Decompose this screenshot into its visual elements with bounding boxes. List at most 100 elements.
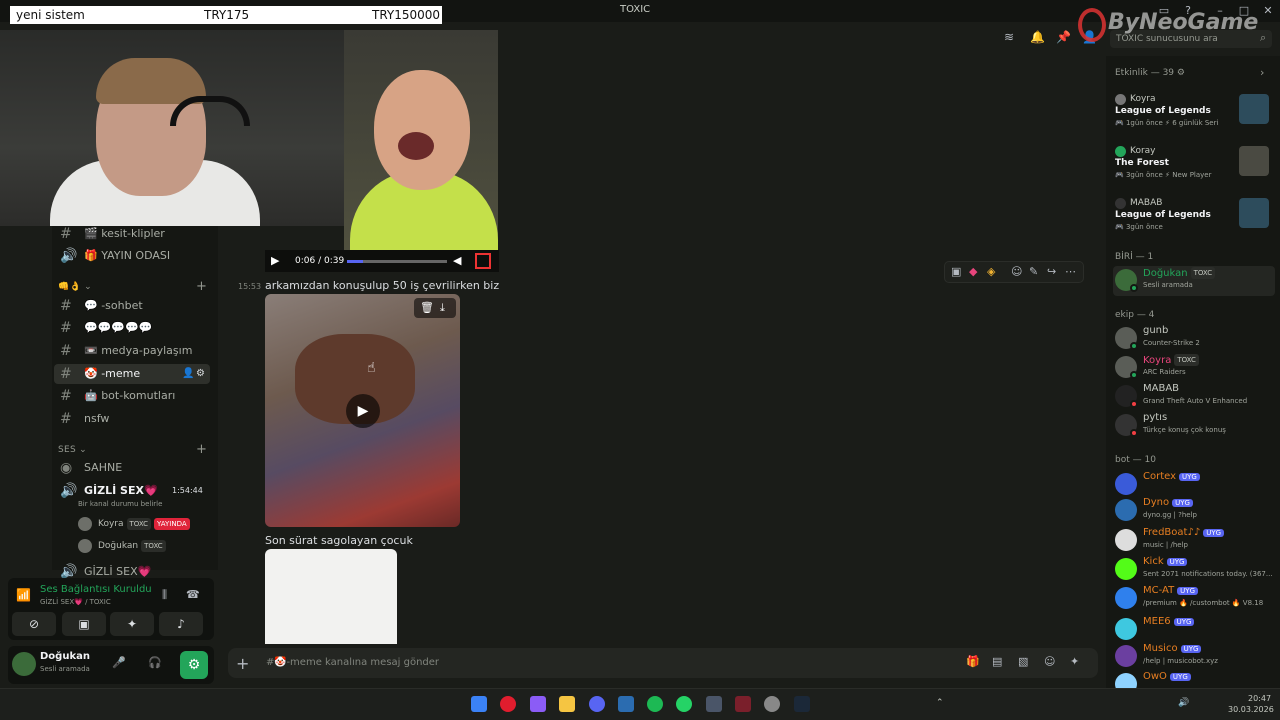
- voice-connected-status: Ses Bağlantısı Kuruldu: [40, 584, 152, 595]
- emoji-icon[interactable]: ☺: [1044, 655, 1055, 668]
- app-icon[interactable]: [706, 696, 722, 712]
- reaction-icon-1[interactable]: ▣: [951, 265, 961, 278]
- bot-name: Cortex: [1143, 471, 1177, 482]
- add-reaction-icon[interactable]: ☺: [1011, 265, 1022, 278]
- member-item[interactable]: pytıs Türkçe konuş çok konuş: [1113, 411, 1273, 441]
- gif-icon[interactable]: ▤: [992, 655, 1002, 668]
- volume-tray-icon[interactable]: 🔊: [1178, 698, 1189, 708]
- folder-icon[interactable]: [559, 696, 575, 712]
- image-attachment[interactable]: [265, 549, 397, 644]
- bot-item[interactable]: FredBoat♪♪ UYG music | /help: [1113, 526, 1273, 556]
- steam-icon[interactable]: [794, 696, 810, 712]
- app-badge: UYG: [1203, 529, 1225, 537]
- volume-icon[interactable]: ◀: [453, 254, 461, 267]
- channel-sohbet[interactable]: # 💬 -sohbet: [54, 296, 210, 316]
- message-input[interactable]: + # 🤡-meme kanalına mesaj gönder 🎁 ▤ ▧ ☺…: [228, 648, 1098, 678]
- invite-icon[interactable]: 👤: [182, 364, 194, 384]
- add-attachment-icon[interactable]: +: [236, 654, 249, 673]
- close-button[interactable]: ✕: [1260, 3, 1276, 19]
- delete-icon[interactable]: 🗑: [420, 301, 434, 314]
- channel-bot-komutlari[interactable]: # 🤖 bot-komutları: [54, 386, 210, 406]
- activity-card[interactable]: MABAB League of Legends 🎮 3gün önce: [1113, 198, 1273, 246]
- valorant-icon[interactable]: [735, 696, 751, 712]
- bot-item[interactable]: Kick UYG Sent 2071 notifications today. (3…: [1113, 555, 1273, 585]
- soundboard-button[interactable]: ♪: [159, 612, 203, 636]
- reaction-icon-2[interactable]: ◆: [969, 265, 977, 278]
- sticker-icon[interactable]: ▧: [1018, 655, 1028, 668]
- whatsapp-icon[interactable]: [676, 696, 692, 712]
- forward-icon[interactable]: ↪: [1047, 265, 1056, 278]
- bot-name: Musico: [1143, 643, 1178, 654]
- member-item[interactable]: MABAB Grand Theft Auto V Enhanced: [1113, 382, 1273, 412]
- activity-game: The Forest: [1115, 158, 1169, 168]
- hash-icon: #: [60, 411, 72, 427]
- bot-item[interactable]: MEE6 UYG: [1113, 615, 1273, 645]
- app-icon-2[interactable]: [764, 696, 780, 712]
- member-item[interactable]: Koyra TOXC ARC Raiders: [1113, 353, 1273, 383]
- voice-channel-active[interactable]: 🔊 GİZLİ SEX💗 1:54:44: [54, 481, 210, 501]
- play-button[interactable]: ▶: [346, 394, 380, 428]
- more-icon[interactable]: ⋯: [1065, 265, 1076, 278]
- member-item[interactable]: Doğukan TOXC Sesli aramada: [1113, 266, 1275, 296]
- threads-icon[interactable]: ≋: [1004, 30, 1014, 44]
- edit-icon[interactable]: ✎: [1029, 265, 1038, 278]
- bot-item[interactable]: Musico UYG/help | musicobot.xyz: [1113, 642, 1273, 672]
- opera-icon[interactable]: [500, 696, 516, 712]
- voice-status-prompt[interactable]: Bir kanal durumu belirle: [78, 500, 162, 508]
- activity-user: Koray: [1130, 146, 1156, 156]
- discord-icon[interactable]: [589, 696, 605, 712]
- channel-bubbles[interactable]: # 💬💬💬💬💬: [54, 318, 210, 338]
- channel-kesit-klipler[interactable]: # 🎬 kesit-klipler: [54, 224, 210, 244]
- channel-yayin-odasi[interactable]: 🔊 🎁 YAYIN ODASI: [54, 246, 210, 266]
- settings-gear-icon[interactable]: ⚙: [180, 651, 208, 679]
- copilot-icon[interactable]: [530, 696, 546, 712]
- reaction-icon-3[interactable]: ◈: [987, 265, 995, 278]
- dnd-status-icon: [1130, 400, 1138, 408]
- pin-icon[interactable]: 📌: [1056, 30, 1071, 44]
- mail-icon[interactable]: [618, 696, 634, 712]
- search-icon[interactable]: ⌕: [1260, 31, 1266, 45]
- voice-user[interactable]: Koyra TOXC YAYINDA: [78, 515, 190, 533]
- bell-icon[interactable]: 🔔: [1030, 30, 1045, 44]
- user-panel: Doğukan Sesli aramada 🎤 🎧 ⚙: [8, 646, 214, 684]
- screen-share-button[interactable]: ▣: [62, 612, 106, 636]
- apps-icon[interactable]: ✦: [1070, 655, 1079, 668]
- gear-icon[interactable]: ⚙: [196, 364, 205, 384]
- video-progress-track[interactable]: [347, 260, 447, 263]
- user-avatar[interactable]: [12, 652, 36, 676]
- signal-icon: 📶: [16, 588, 31, 602]
- voice-category-header[interactable]: SES ⌄: [58, 445, 87, 455]
- disconnect-icon[interactable]: ☎: [186, 588, 200, 601]
- play-icon[interactable]: ▶: [271, 254, 279, 267]
- add-channel-icon[interactable]: +: [196, 279, 207, 294]
- voice-connected-channel[interactable]: GİZLİ SEX💗 / TOXIC: [40, 598, 111, 606]
- bot-item[interactable]: Dyno UYG dyno.gg | ?help: [1113, 496, 1273, 526]
- download-icon[interactable]: ⤓: [440, 301, 445, 315]
- category-header[interactable]: 👊👌 ⌄: [58, 282, 92, 292]
- channel-nsfw[interactable]: # nsfw: [54, 409, 210, 429]
- headphones-icon[interactable]: 🎧: [148, 656, 162, 669]
- microphone-icon[interactable]: 🎤: [112, 656, 126, 669]
- activity-card[interactable]: Koyra League of Legends 🎮 1gün önce ⚡ 6 …: [1113, 94, 1273, 142]
- add-voice-channel-icon[interactable]: +: [196, 442, 207, 457]
- channel-sahne[interactable]: ◉ SAHNE: [54, 458, 210, 478]
- noise-icon[interactable]: ⫼: [162, 588, 167, 602]
- start-icon[interactable]: [471, 696, 487, 712]
- online-status-icon: [1130, 284, 1138, 292]
- activity-card[interactable]: Koray The Forest 🎮 3gün önce ⚡ New Playe…: [1113, 146, 1273, 194]
- activity-time: 1gün önce: [1125, 119, 1163, 127]
- voice-user[interactable]: Doğukan TOXC: [78, 537, 166, 555]
- bot-item[interactable]: OwO UYG: [1113, 670, 1273, 688]
- fullscreen-icon[interactable]: [475, 253, 491, 269]
- member-item[interactable]: gunb Counter-Strike 2: [1113, 324, 1273, 354]
- channel-meme[interactable]: # 🤡 -meme 👤 ⚙: [54, 364, 210, 384]
- activities-button[interactable]: ✦: [110, 612, 154, 636]
- chevron-right-icon[interactable]: ›: [1260, 66, 1264, 79]
- gift-icon[interactable]: 🎁: [966, 655, 980, 668]
- spotify-icon[interactable]: [647, 696, 663, 712]
- channel-medya-paylasim[interactable]: # 📼 medya-paylaşım: [54, 341, 210, 361]
- bot-item[interactable]: MC-AT UYG/premium 🔥 /custombot 🔥 V8.18: [1113, 584, 1273, 614]
- avatar: [1115, 618, 1137, 640]
- tray-chevron-icon[interactable]: ⌃: [936, 698, 944, 708]
- camera-button[interactable]: ⊘: [12, 612, 56, 636]
